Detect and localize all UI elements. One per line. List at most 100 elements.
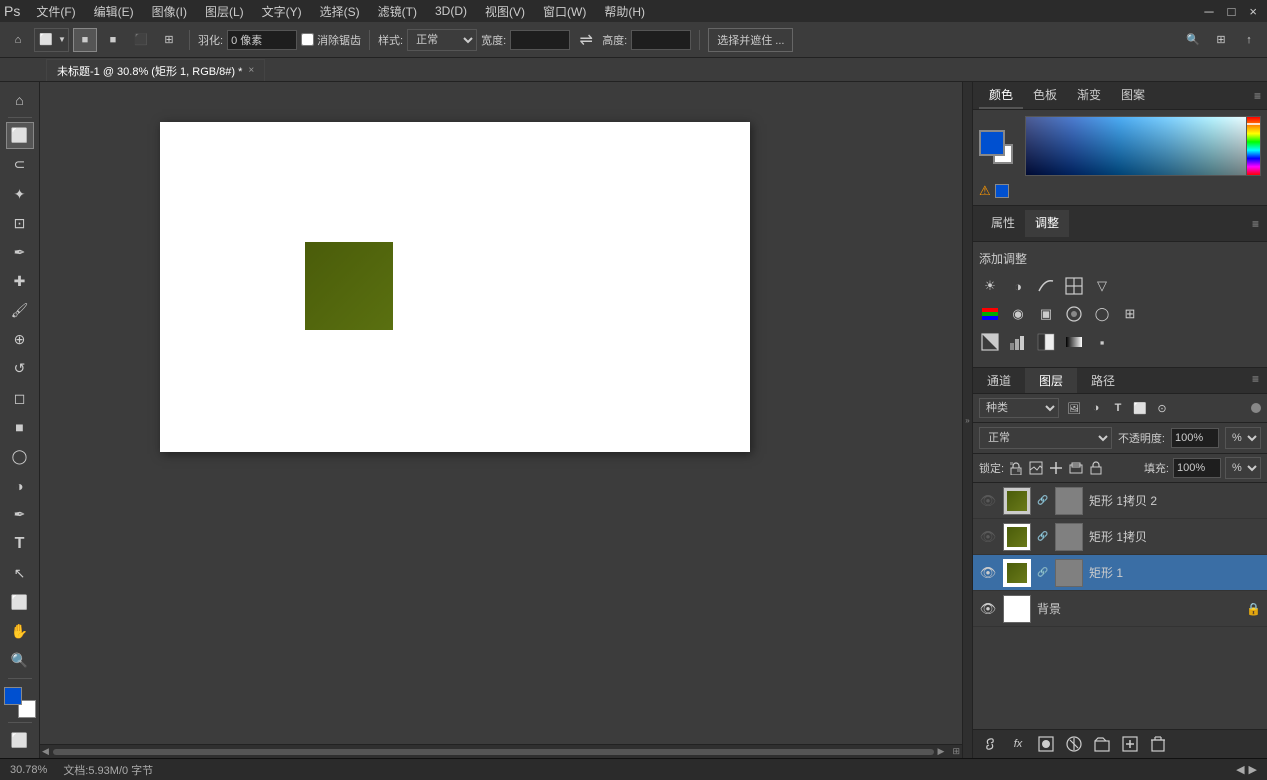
eraser-tool[interactable]: ◻	[6, 385, 34, 412]
quick-mask-tool[interactable]: ⬜	[6, 727, 34, 754]
adj-panel-menu-icon[interactable]: ≡	[1252, 217, 1259, 231]
workspace-btn[interactable]: ⊞	[1209, 28, 1233, 52]
threshold-icon[interactable]	[1035, 331, 1057, 353]
brush-tool[interactable]: 🖌	[6, 297, 34, 324]
layer-visibility-icon[interactable]: 👁	[979, 528, 997, 546]
layer-group-icon[interactable]	[1091, 733, 1113, 755]
canvas-area[interactable]: » ◀ ▶ ⊞	[40, 82, 972, 758]
lock-all-icon[interactable]	[1088, 460, 1104, 476]
filter-text-icon[interactable]: T	[1109, 399, 1127, 417]
layer-adjustment-icon[interactable]	[1063, 733, 1085, 755]
rect-select-btn[interactable]: ⬜	[36, 30, 56, 50]
layer-item[interactable]: 👁 背景 🔒	[973, 591, 1267, 627]
opacity-dropdown[interactable]: %	[1225, 427, 1261, 449]
healing-tool[interactable]: ✚	[6, 268, 34, 295]
vibrance-icon[interactable]: ▽	[1091, 275, 1113, 297]
panel-collapse-handle[interactable]: »	[962, 82, 972, 758]
adjustments-tab[interactable]: 调整	[1025, 210, 1069, 237]
fg-bg-swatches[interactable]	[979, 130, 1019, 166]
pen-tool[interactable]: ✒	[6, 501, 34, 528]
layer-link-footer-icon[interactable]	[979, 733, 1001, 755]
properties-tab[interactable]: 属性	[981, 210, 1025, 237]
move-tool-btn[interactable]: ⌂	[6, 28, 30, 52]
invert-icon[interactable]	[979, 331, 1001, 353]
menu-help[interactable]: 帮助(H)	[596, 1, 653, 22]
color-lookup-icon[interactable]: ⊞	[1119, 303, 1141, 325]
lock-transparent-icon[interactable]	[1008, 460, 1024, 476]
menu-file[interactable]: 文件(F)	[28, 1, 83, 22]
feather-input[interactable]	[227, 30, 297, 50]
menu-edit[interactable]: 编辑(E)	[86, 1, 142, 22]
search-btn[interactable]: 🔍	[1181, 28, 1205, 52]
fill-dropdown[interactable]: %	[1225, 457, 1261, 479]
filter-adjustment-icon[interactable]: ◑	[1087, 399, 1105, 417]
expand-icon[interactable]: ⊞	[952, 746, 960, 757]
layer-mask-icon[interactable]	[1035, 733, 1057, 755]
select-dropdown[interactable]: ▼	[57, 30, 67, 50]
tool-a[interactable]: ■	[73, 28, 97, 52]
lock-artboard-icon[interactable]	[1068, 460, 1084, 476]
layer-link-icon[interactable]: 🔗	[1037, 523, 1049, 551]
brightness-contrast-icon[interactable]: ☀	[979, 275, 1001, 297]
eyedropper-tool[interactable]: ✒	[6, 239, 34, 266]
select-mask-btn[interactable]: 选择并遮住 ...	[708, 28, 793, 52]
layer-item[interactable]: 👁 🔗 矩形 1拷贝	[973, 519, 1267, 555]
lasso-tool[interactable]: ⊂	[6, 151, 34, 178]
status-arrow-right[interactable]: ▶	[1249, 763, 1257, 776]
layers-tab[interactable]: 图层	[1025, 368, 1077, 393]
anti-alias-checkbox[interactable]	[301, 33, 314, 46]
shape-tool[interactable]: ⬜	[6, 589, 34, 616]
menu-filter[interactable]: 滤镜(T)	[370, 1, 425, 22]
crop-tool[interactable]: ⊡	[6, 210, 34, 237]
layer-filter-toggle[interactable]	[1251, 403, 1261, 413]
restore-btn[interactable]: □	[1222, 4, 1242, 19]
h-scrollbar[interactable]: ◀ ▶ ⊞	[40, 744, 962, 758]
width-input[interactable]	[510, 30, 570, 50]
history-tool[interactable]: ↺	[6, 355, 34, 382]
color-swatch-area[interactable]	[4, 687, 36, 718]
clone-tool[interactable]: ⊕	[6, 326, 34, 353]
marquee-tool[interactable]: ⬜	[6, 122, 34, 149]
foreground-color-swatch[interactable]	[979, 130, 1005, 156]
curves-icon[interactable]	[1035, 275, 1057, 297]
status-arrow-left[interactable]: ◀	[1236, 763, 1244, 776]
hand-tool[interactable]: ✋	[6, 618, 34, 645]
swap-btn[interactable]: ⇌	[574, 28, 598, 52]
color-balance-icon[interactable]: ◉	[1007, 303, 1029, 325]
zoom-tool[interactable]: 🔍	[6, 647, 34, 674]
menu-select[interactable]: 选择(S)	[312, 1, 368, 22]
posterize-icon[interactable]	[1007, 331, 1029, 353]
scroll-right-icon[interactable]: ▶	[938, 746, 945, 757]
menu-text[interactable]: 文字(Y)	[254, 1, 310, 22]
fg-color-swatch[interactable]	[4, 687, 22, 705]
filter-pixel-icon[interactable]: 🖼	[1065, 399, 1083, 417]
layer-link-icon[interactable]: 🔗	[1037, 559, 1049, 587]
channels-tab[interactable]: 通道	[973, 368, 1025, 393]
anti-alias-label[interactable]: 消除锯齿	[301, 32, 361, 48]
tool-d[interactable]: ⊞	[157, 28, 181, 52]
h-scroll-thumb[interactable]	[53, 749, 934, 755]
scroll-left-icon[interactable]: ◀	[42, 746, 49, 757]
lock-position-icon[interactable]	[1048, 460, 1064, 476]
bw-icon[interactable]: ▣	[1035, 303, 1057, 325]
swatches-tab[interactable]: 色板	[1023, 82, 1067, 109]
web-safe-swatch[interactable]	[995, 184, 1009, 198]
lock-image-icon[interactable]	[1028, 460, 1044, 476]
layer-fx-icon[interactable]: fx	[1007, 733, 1029, 755]
fill-input[interactable]	[1173, 458, 1221, 478]
layer-item-active[interactable]: 👁 🔗 矩形 1	[973, 555, 1267, 591]
home-tool[interactable]: ⌂	[6, 86, 34, 113]
path-select-tool[interactable]: ↖	[6, 559, 34, 586]
layers-panel-menu-icon[interactable]: ≡	[1244, 368, 1267, 393]
tool-b[interactable]: ■	[101, 28, 125, 52]
layer-visibility-icon[interactable]: 👁	[979, 600, 997, 618]
gradients-tab[interactable]: 渐变	[1067, 82, 1111, 109]
photo-filter-icon[interactable]	[1063, 303, 1085, 325]
hue-slider[interactable]	[1246, 117, 1260, 175]
gradient-tool[interactable]: ■	[6, 414, 34, 441]
layer-visibility-icon[interactable]: 👁	[979, 492, 997, 510]
style-select[interactable]: 正常	[407, 29, 477, 51]
blur-tool[interactable]: ◯	[6, 443, 34, 470]
filter-smart-icon[interactable]: ⊙	[1153, 399, 1171, 417]
text-tool[interactable]: T	[6, 530, 34, 557]
